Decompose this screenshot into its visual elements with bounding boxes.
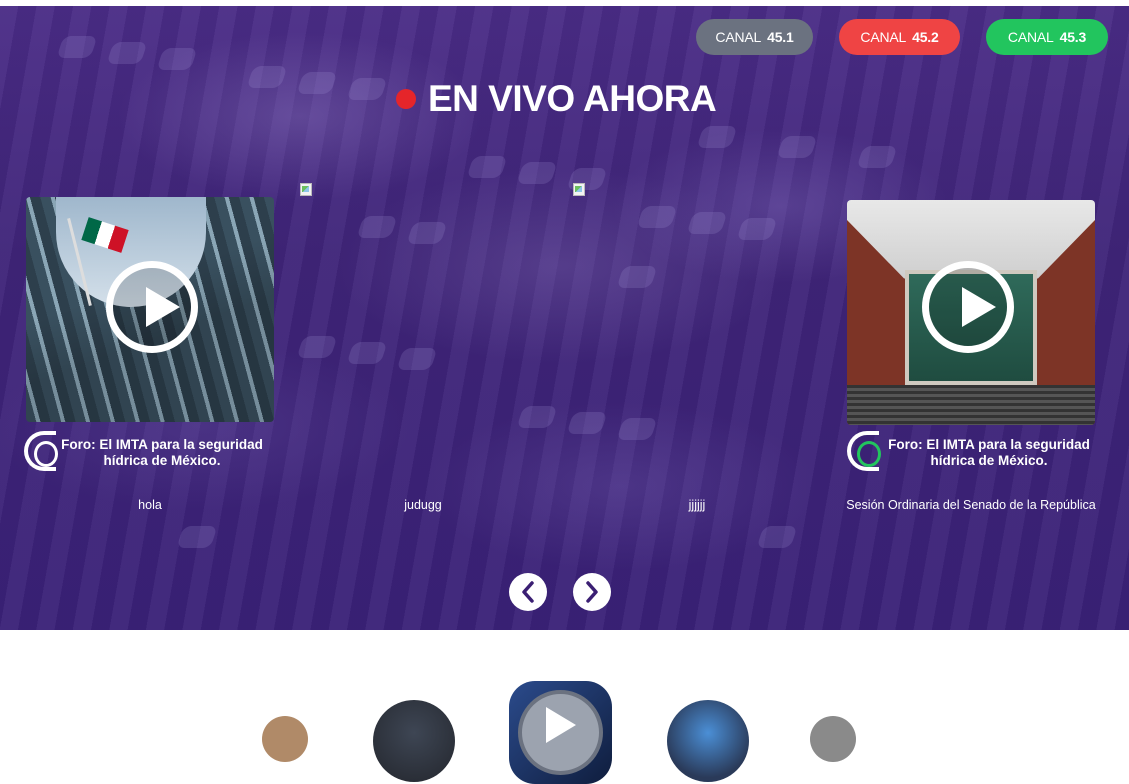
app-icon[interactable] xyxy=(262,716,308,762)
channel-logo-icon xyxy=(847,431,881,471)
channel-number: 45.3 xyxy=(1059,29,1087,45)
video-caption[interactable]: Sesión Ordinaria del Senado de la Repúbl… xyxy=(840,498,1102,512)
channel-45-2-button[interactable]: CANAL 45.2 xyxy=(839,19,960,55)
app-icon[interactable] xyxy=(810,716,856,762)
video-caption[interactable]: judugg xyxy=(300,498,546,512)
video-caption[interactable]: hola xyxy=(26,498,274,512)
app-icon[interactable] xyxy=(373,700,455,782)
app-icon[interactable] xyxy=(667,700,749,782)
broken-image-icon[interactable] xyxy=(573,183,585,196)
channel-45-3-button[interactable]: CANAL 45.3 xyxy=(986,19,1108,55)
channel-prefix: CANAL xyxy=(715,29,762,45)
live-heading: EN VIVO AHORA xyxy=(396,78,717,120)
channel-number: 45.1 xyxy=(767,29,794,45)
channel-prefix: CANAL xyxy=(860,29,907,45)
play-icon[interactable] xyxy=(106,261,198,353)
video-app-icon[interactable] xyxy=(509,681,612,784)
chevron-left-icon xyxy=(522,581,534,603)
thumbnail-overlay-text: Foro: El IMTA para la seguridad hídrica … xyxy=(888,437,1090,468)
video-caption[interactable]: jjjjjj xyxy=(573,498,821,512)
live-title: EN VIVO AHORA xyxy=(428,78,717,119)
channel-logo-icon xyxy=(24,431,58,471)
play-icon xyxy=(546,707,576,743)
carousel-prev-button[interactable] xyxy=(509,573,547,611)
channel-45-1-button[interactable]: CANAL 45.1 xyxy=(696,19,813,55)
live-dot-icon xyxy=(396,89,416,109)
app-icons-row xyxy=(0,630,1129,784)
chevron-right-icon xyxy=(586,581,598,603)
channel-number: 45.2 xyxy=(912,29,939,45)
carousel-next-button[interactable] xyxy=(573,573,611,611)
broken-image-icon[interactable] xyxy=(300,183,312,196)
play-icon[interactable] xyxy=(922,261,1014,353)
thumbnail-overlay-text: Foro: El IMTA para la seguridad hídrica … xyxy=(61,437,263,468)
channel-prefix: CANAL xyxy=(1007,29,1054,45)
